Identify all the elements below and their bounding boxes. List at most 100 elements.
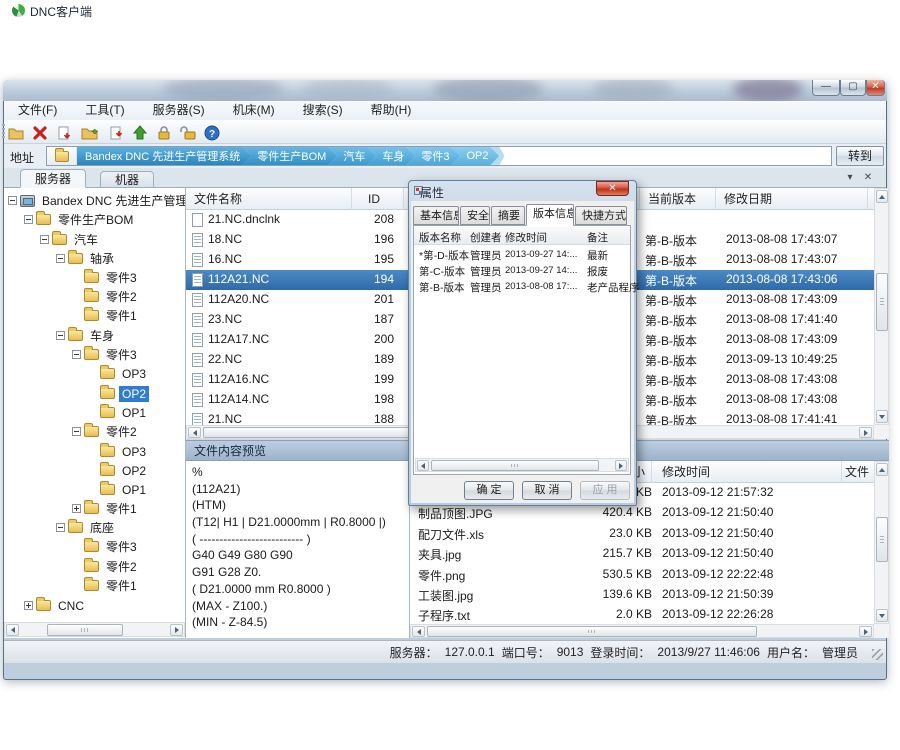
collapse-icon[interactable]: [56, 523, 65, 532]
minimize-button[interactable]: —: [812, 80, 840, 96]
menu-server[interactable]: 服务器(S): [139, 101, 219, 120]
tree-item-auto[interactable]: 汽车: [4, 230, 185, 249]
scroll-left-icon[interactable]: [188, 427, 201, 438]
tree-item-part2c[interactable]: 零件2: [4, 557, 185, 576]
attachment-vscrollbar[interactable]: [874, 461, 889, 624]
lock-button[interactable]: [154, 123, 173, 142]
dialog-tab-summary[interactable]: 摘要: [491, 206, 525, 225]
expand-icon[interactable]: [24, 601, 33, 610]
breadcrumb-bom[interactable]: 零件生产BOM: [242, 147, 337, 165]
file-list-vscrollbar[interactable]: [874, 188, 889, 425]
scroll-thumb[interactable]: [876, 517, 888, 562]
attachment-row[interactable]: 子程序.txt 2.0 KB 2013-09-12 22:26:28: [410, 605, 874, 625]
column-current-version[interactable]: 当前版本: [640, 188, 716, 210]
expand-icon[interactable]: [72, 504, 81, 513]
column-modify-time[interactable]: 修改时间: [505, 230, 547, 245]
new-folder-button[interactable]: [6, 123, 25, 142]
scroll-thumb[interactable]: [47, 624, 123, 636]
scroll-down-icon[interactable]: [876, 609, 888, 622]
scroll-thumb[interactable]: [876, 273, 888, 331]
scroll-right-icon[interactable]: [859, 427, 872, 438]
tree-item-part3c[interactable]: 零件3: [4, 537, 185, 556]
tree-item-part3b[interactable]: 零件3: [4, 345, 185, 364]
tree-item-part2[interactable]: 零件2: [4, 287, 185, 306]
dialog-hscrollbar[interactable]: [415, 458, 629, 472]
collapse-icon[interactable]: [24, 215, 33, 224]
panel-dropdown-icon[interactable]: ▾: [843, 172, 857, 185]
collapse-icon[interactable]: [40, 235, 49, 244]
scroll-down-icon[interactable]: [876, 410, 888, 423]
dialog-tab-shortcut[interactable]: 快捷方式: [575, 206, 627, 225]
scroll-thumb[interactable]: [427, 626, 757, 637]
delete-button[interactable]: [30, 123, 49, 142]
tree-item-part1c[interactable]: 零件1: [4, 576, 185, 595]
scroll-thumb[interactable]: [431, 460, 599, 471]
tree-item-cnc[interactable]: CNC: [4, 596, 185, 615]
tree-item-op3[interactable]: OP3: [4, 364, 185, 383]
attachment-hscrollbar[interactable]: [410, 624, 874, 638]
tree-item-bearing[interactable]: 轴承: [4, 249, 185, 268]
scroll-right-icon[interactable]: [859, 626, 872, 637]
dialog-ok-button[interactable]: 确 定: [464, 481, 514, 500]
tree-item-part1b[interactable]: 零件1: [4, 499, 185, 518]
attachment-row[interactable]: 工装图.jpg 139.6 KB 2013-09-12 21:50:39: [410, 585, 874, 605]
attachment-row[interactable]: 零件.png 530.5 KB 2013-09-12 22:22:48: [410, 565, 874, 585]
close-button[interactable]: ✕: [866, 80, 885, 96]
menu-file[interactable]: 文件(F): [4, 101, 71, 120]
column-id[interactable]: ID: [352, 188, 404, 210]
maximize-button[interactable]: ▢: [840, 80, 866, 96]
collapse-icon[interactable]: [72, 427, 81, 436]
tree-item-op2-selected[interactable]: OP2: [4, 384, 185, 403]
dialog-tab-version-info[interactable]: 版本信息: [526, 204, 574, 226]
version-row[interactable]: 第-C-版本 管理员 2013-09-27 14:... 报废: [414, 263, 630, 279]
column-creator[interactable]: 创建者: [470, 230, 502, 245]
collapse-icon[interactable]: [8, 196, 17, 205]
unlock-button[interactable]: [178, 123, 197, 142]
menu-search[interactable]: 搜索(S): [289, 101, 357, 120]
dialog-cancel-button[interactable]: 取 消: [522, 481, 572, 500]
scroll-right-icon[interactable]: [615, 460, 627, 471]
tree-item-op3b[interactable]: OP3: [4, 442, 185, 461]
column-version-name[interactable]: 版本名称: [419, 230, 461, 245]
resize-grip[interactable]: [872, 649, 883, 660]
help-button[interactable]: ?: [202, 123, 221, 142]
version-row[interactable]: 第-B-版本 管理员 2013-08-08 17:... 老产品程序: [414, 279, 630, 295]
upload-file-button[interactable]: [54, 123, 73, 142]
scroll-left-icon[interactable]: [412, 626, 425, 637]
attachment-row[interactable]: 夹具.jpg 215.7 KB 2013-09-12 21:50:40: [410, 544, 874, 564]
dialog-close-button[interactable]: ✕: [596, 181, 629, 196]
scroll-up-icon[interactable]: [876, 190, 888, 203]
collapse-icon[interactable]: [56, 254, 65, 263]
tree-item-part1[interactable]: 零件1: [4, 306, 185, 325]
tab-server[interactable]: 服务器: [20, 169, 86, 188]
tree-item-op1[interactable]: OP1: [4, 403, 185, 422]
column-file[interactable]: 文件(&: [842, 461, 874, 483]
tree-item-base[interactable]: 底座: [4, 518, 185, 537]
import-folder-button[interactable]: [80, 123, 99, 142]
tree-item-root[interactable]: Bandex DNC 先进生产管理系统: [4, 191, 185, 210]
tree-item-carbody[interactable]: 车身: [4, 326, 185, 345]
scroll-right-icon[interactable]: [170, 624, 183, 636]
column-modify-date[interactable]: 修改日期: [716, 188, 868, 210]
menu-machine[interactable]: 机床(M): [219, 101, 289, 120]
go-button[interactable]: 转到: [836, 146, 884, 166]
tab-machine[interactable]: 机器: [100, 171, 154, 188]
attachment-row[interactable]: 配刀文件.xls 23.0 KB 2013-09-12 21:50:40: [410, 524, 874, 544]
panel-close-icon[interactable]: ✕: [861, 172, 875, 185]
column-file-name[interactable]: 文件名称: [186, 188, 352, 210]
collapse-icon[interactable]: [56, 331, 65, 340]
tree-item-op2b[interactable]: OP2: [4, 461, 185, 480]
scroll-left-icon[interactable]: [417, 460, 429, 471]
tree-item-op1b[interactable]: OP1: [4, 480, 185, 499]
tree-hscrollbar[interactable]: [4, 622, 185, 637]
download-file-button[interactable]: [106, 123, 125, 142]
send-button[interactable]: [130, 123, 149, 142]
menu-help[interactable]: 帮助(H): [357, 101, 426, 120]
address-input[interactable]: Bandex DNC 先进生产管理系统 零件生产BOM 汽车 车身 零件3 OP…: [46, 146, 832, 166]
breadcrumb-root[interactable]: Bandex DNC 先进生产管理系统: [77, 147, 251, 165]
column-note[interactable]: 备注: [587, 230, 608, 245]
tree-item-part2b[interactable]: 零件2: [4, 422, 185, 441]
column-modify-time[interactable]: 修改时间: [652, 461, 842, 483]
dialog-tab-basic[interactable]: 基本信息: [413, 206, 459, 225]
tree-item-part3[interactable]: 零件3: [4, 268, 185, 287]
